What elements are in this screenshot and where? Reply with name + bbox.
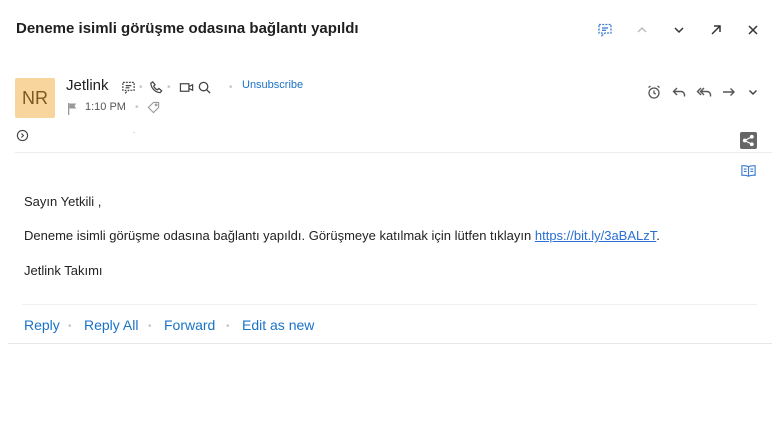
message-text: Deneme isimli görüşme odasına bağlantı y…	[24, 228, 660, 243]
message-suffix: .	[656, 228, 660, 243]
separator-dot: •	[135, 102, 139, 113]
separator-dot: •	[226, 321, 230, 332]
edit-as-new-button[interactable]: Edit as new	[242, 317, 314, 333]
separator-dot: •	[139, 82, 143, 93]
timestamp: 1:10 PM	[85, 101, 126, 113]
footer-divider	[8, 343, 772, 344]
phone-icon[interactable]	[148, 79, 164, 95]
reply-button[interactable]: Reply	[24, 317, 60, 333]
meeting-link[interactable]: https://bit.ly/3aBALzT	[535, 228, 656, 243]
more-chevron-icon[interactable]	[745, 83, 761, 101]
reply-all-button[interactable]: Reply All	[84, 317, 138, 333]
reply-icon[interactable]	[670, 83, 688, 101]
separator-dot: •	[229, 82, 233, 93]
forward-button[interactable]: Forward	[164, 317, 215, 333]
email-subject: Deneme isimli görüşme odasına bağlantı y…	[16, 20, 359, 37]
message-prefix: Deneme isimli görüşme odasına bağlantı y…	[24, 228, 535, 243]
search-icon[interactable]	[196, 79, 212, 95]
details-toggle-icon[interactable]	[15, 128, 29, 142]
sender-name[interactable]: Jetlink	[66, 77, 109, 94]
separator-dot: .	[133, 126, 136, 135]
close-icon[interactable]	[743, 20, 763, 40]
chevron-up-icon[interactable]	[632, 20, 652, 40]
flag-icon[interactable]	[66, 101, 78, 115]
greeting-text: Sayın Yetkili ,	[24, 194, 102, 209]
tag-icon[interactable]	[146, 100, 160, 114]
unsubscribe-link[interactable]: Unsubscribe	[242, 79, 303, 91]
video-icon[interactable]	[178, 79, 196, 95]
separator-dot: •	[148, 321, 152, 332]
signature-text: Jetlink Takımı	[24, 263, 103, 278]
comment-icon[interactable]	[595, 20, 615, 40]
header-divider	[15, 152, 772, 153]
share-icon[interactable]	[739, 131, 757, 149]
separator-dot: •	[68, 321, 72, 332]
reading-view-icon[interactable]	[739, 163, 757, 179]
expand-icon[interactable]	[706, 20, 726, 40]
reminder-icon[interactable]	[645, 83, 663, 101]
forward-icon[interactable]	[720, 83, 738, 101]
reply-all-icon[interactable]	[695, 83, 713, 101]
avatar: NR	[15, 78, 55, 118]
body-divider	[22, 304, 757, 305]
comment-icon[interactable]	[120, 79, 136, 95]
chevron-down-icon[interactable]	[669, 20, 689, 40]
separator-dot: •	[167, 82, 171, 93]
